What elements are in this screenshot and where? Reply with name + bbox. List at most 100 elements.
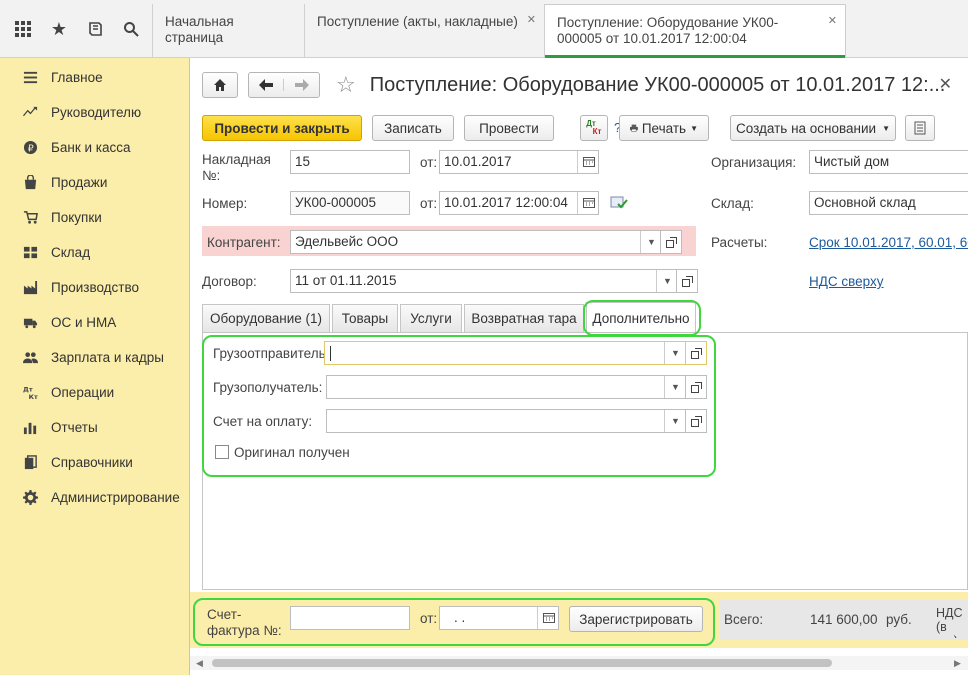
chevron-down-icon: ▼ bbox=[690, 123, 698, 133]
search-icon[interactable] bbox=[120, 18, 142, 40]
invoice-date-field[interactable]: 10.01.2017 bbox=[439, 150, 599, 174]
tax-invoice-date-field[interactable]: . . bbox=[439, 606, 559, 630]
chevron-down-icon[interactable]: ▼ bbox=[664, 342, 685, 364]
sidebar-item-bank[interactable]: ₽ Банк и касса bbox=[0, 130, 189, 165]
tab-services[interactable]: Услуги bbox=[400, 304, 462, 332]
scroll-right-icon[interactable]: ▶ bbox=[954, 656, 961, 670]
currency-label: руб. bbox=[886, 612, 912, 627]
chevron-down-icon[interactable]: ▼ bbox=[664, 376, 685, 398]
home-button[interactable] bbox=[202, 72, 238, 98]
print-button[interactable]: Печать ▼ bbox=[619, 115, 709, 141]
sidebar-item-administration[interactable]: Администрирование bbox=[0, 480, 189, 515]
sidebar-item-manager[interactable]: Руководителю bbox=[0, 95, 189, 130]
chevron-down-icon[interactable]: ▼ bbox=[664, 410, 685, 432]
date-placeholder: . . bbox=[454, 610, 466, 625]
contragent-value: Эдельвейс ООО bbox=[295, 234, 399, 249]
warehouse-icon bbox=[22, 245, 38, 261]
open-shipper-button[interactable] bbox=[685, 341, 707, 365]
tab-additional[interactable]: Дополнительно bbox=[586, 302, 696, 333]
chevron-down-icon[interactable]: ▼ bbox=[656, 270, 677, 292]
close-form-icon[interactable]: ✕ bbox=[939, 74, 952, 94]
from-label: от: bbox=[420, 611, 438, 626]
scroll-left-icon[interactable]: ◀ bbox=[196, 656, 203, 670]
dt-kt-button[interactable]: Дт Кт bbox=[580, 115, 608, 141]
svg-text:Кт: Кт bbox=[28, 393, 37, 400]
tab-receipt-document[interactable]: Поступление: Оборудование УК00-000005 от… bbox=[544, 4, 846, 58]
original-received-checkbox[interactable] bbox=[215, 445, 229, 459]
back-button[interactable] bbox=[249, 79, 285, 91]
calendar-icon[interactable] bbox=[577, 192, 598, 214]
tab-label: Поступление: Оборудование УК00-000005 от… bbox=[557, 15, 779, 46]
sidebar-item-warehouse[interactable]: Склад bbox=[0, 235, 189, 270]
sidebar-item-operations[interactable]: Дт Кт Операции bbox=[0, 375, 189, 410]
apps-grid-icon[interactable] bbox=[12, 18, 34, 40]
sidebar-item-label: Администрирование bbox=[51, 490, 180, 505]
tax-invoice-no-field[interactable] bbox=[290, 606, 410, 630]
sidebar-item-label: Склад bbox=[51, 245, 91, 260]
payment-invoice-label: Счет на оплату: bbox=[213, 414, 313, 429]
tab-goods[interactable]: Товары bbox=[332, 304, 398, 332]
open-contract-button[interactable] bbox=[676, 269, 698, 293]
chevron-down-icon[interactable]: ▼ bbox=[640, 231, 661, 253]
vat-on-top-link[interactable]: НДС сверху bbox=[809, 274, 884, 289]
tab-home[interactable]: Начальная страница bbox=[152, 4, 304, 58]
document-structure-button[interactable] bbox=[905, 115, 935, 141]
open-contragent-button[interactable] bbox=[660, 230, 682, 254]
books-icon bbox=[22, 455, 38, 471]
calendar-icon[interactable] bbox=[577, 151, 598, 173]
horizontal-scrollbar[interactable]: ◀ ▶ bbox=[190, 656, 968, 670]
footer-bar: Счет-фактура №: от: . . Зарегистрировать… bbox=[190, 592, 968, 648]
sidebar-item-directories[interactable]: Справочники bbox=[0, 445, 189, 480]
sidebar-item-reports[interactable]: Отчеты bbox=[0, 410, 189, 445]
post-and-close-button[interactable]: Провести и закрыть bbox=[202, 115, 362, 141]
tab-receipts-list[interactable]: Поступление (акты, накладные) ✕ bbox=[304, 4, 544, 58]
number-date-field[interactable]: 10.01.2017 12:00:04 bbox=[439, 191, 599, 215]
number-field[interactable]: УК00-000005 bbox=[290, 191, 410, 215]
close-icon[interactable]: ✕ bbox=[527, 12, 536, 28]
post-button[interactable]: Провести bbox=[464, 115, 554, 141]
tab-equipment[interactable]: Оборудование (1) bbox=[202, 304, 330, 332]
history-icon[interactable] bbox=[84, 18, 106, 40]
shipper-field[interactable]: ▼ bbox=[324, 341, 686, 365]
scrollbar-thumb[interactable] bbox=[212, 659, 832, 667]
sidebar-item-salary[interactable]: Зарплата и кадры bbox=[0, 340, 189, 375]
favorites-star-icon[interactable]: ★ bbox=[48, 18, 70, 40]
number-label: Номер: bbox=[202, 196, 248, 211]
ruble-coin-icon: ₽ bbox=[22, 140, 38, 156]
factory-icon bbox=[22, 280, 38, 296]
open-payment-invoice-button[interactable] bbox=[685, 409, 707, 433]
settlements-link[interactable]: Срок 10.01.2017, 60.01, 60 bbox=[809, 235, 968, 250]
contragent-field[interactable]: Эдельвейс ООО ▼ bbox=[290, 230, 662, 254]
contract-field[interactable]: 11 от 01.11.2015 ▼ bbox=[290, 269, 678, 293]
payment-invoice-field[interactable]: ▼ bbox=[326, 409, 686, 433]
org-label: Организация: bbox=[711, 155, 797, 170]
invoice-no-field[interactable]: 15 bbox=[290, 150, 410, 174]
open-consignee-button[interactable] bbox=[685, 375, 707, 399]
sidebar-item-production[interactable]: Производство bbox=[0, 270, 189, 305]
posted-check-icon bbox=[610, 196, 628, 213]
register-button[interactable]: Зарегистрировать bbox=[569, 606, 703, 632]
consignee-field[interactable]: ▼ bbox=[326, 375, 686, 399]
sidebar-item-purchases[interactable]: Покупки bbox=[0, 200, 189, 235]
gear-icon bbox=[22, 490, 38, 506]
total-label: Всего: bbox=[724, 612, 764, 627]
close-icon[interactable]: ✕ bbox=[828, 13, 837, 29]
create-based-on-button[interactable]: Создать на основании ▼ bbox=[730, 115, 896, 141]
sidebar-item-label: Отчеты bbox=[51, 420, 98, 435]
warehouse-field[interactable]: Основной склад bbox=[809, 191, 968, 215]
sidebar-item-sales[interactable]: Продажи bbox=[0, 165, 189, 200]
sidebar-item-fixed-assets[interactable]: ОС и НМА bbox=[0, 305, 189, 340]
totals-box: Всего: 141 600,00 руб. НДС (в т.ч.): bbox=[720, 600, 968, 640]
org-field[interactable]: Чистый дом bbox=[809, 150, 968, 174]
open-icon bbox=[665, 236, 677, 248]
contract-label: Договор: bbox=[202, 274, 257, 289]
save-button[interactable]: Записать bbox=[372, 115, 454, 141]
shopping-cart-icon bbox=[22, 210, 38, 226]
truck-icon bbox=[22, 315, 38, 331]
forward-button[interactable] bbox=[284, 79, 319, 91]
sidebar-item-main[interactable]: Главное bbox=[0, 60, 189, 95]
from-label: от: bbox=[420, 196, 438, 211]
favorite-star-icon[interactable]: ☆ bbox=[336, 72, 356, 98]
calendar-icon[interactable] bbox=[537, 607, 558, 629]
tab-returnable-containers[interactable]: Возвратная тара bbox=[464, 304, 584, 332]
